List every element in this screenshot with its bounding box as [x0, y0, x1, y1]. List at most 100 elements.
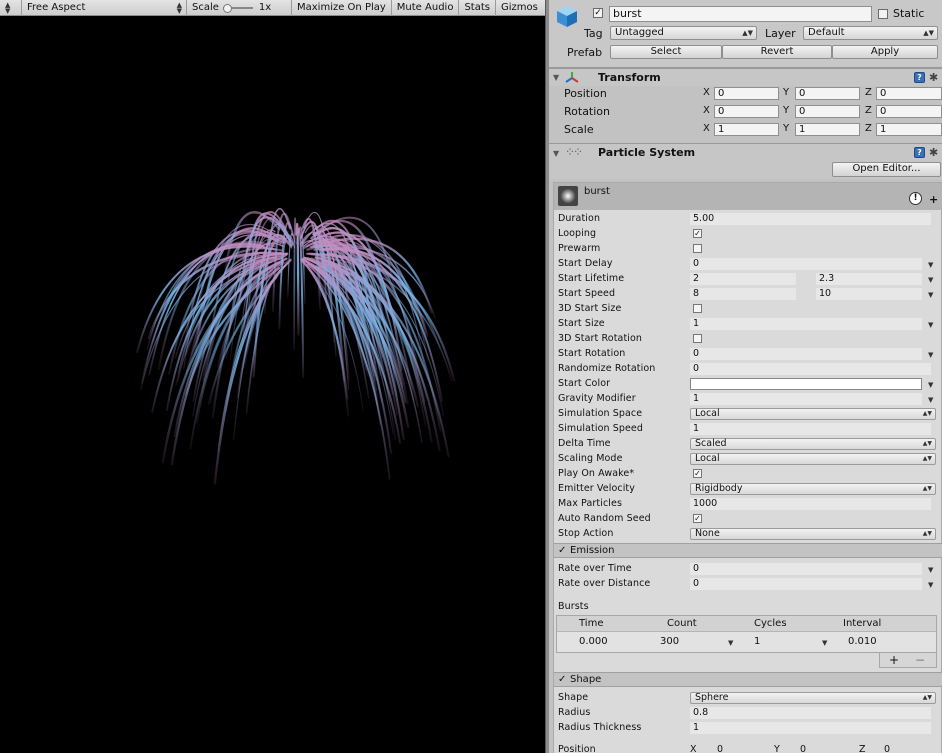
up-down-icon: ▲▼: [923, 29, 934, 37]
burst-time-input[interactable]: 0.000: [579, 636, 608, 647]
start-lifetime-max-input[interactable]: 2.3: [816, 273, 922, 285]
simulation-space-dropdown[interactable]: Local ▲▼: [690, 408, 936, 420]
display-dropdown[interactable]: ▲ ▼: [0, 0, 22, 16]
foldout-arrow-icon[interactable]: ▼: [553, 149, 559, 158]
duration-input[interactable]: 5.00: [690, 213, 931, 225]
tag-dropdown[interactable]: Untagged ▲▼: [610, 26, 757, 40]
emission-module-header[interactable]: ✓ Emission: [554, 543, 942, 558]
dropdown-arrow-icon[interactable]: ▼: [728, 639, 733, 647]
scaling-mode-dropdown[interactable]: Local ▲▼: [690, 453, 936, 465]
dropdown-arrow-icon[interactable]: ▼: [928, 291, 933, 299]
shape-module-header[interactable]: ✓ Shape: [554, 672, 942, 687]
maximize-on-play-toggle[interactable]: Maximize On Play: [292, 0, 392, 16]
shape-position-y-input[interactable]: 0: [800, 744, 806, 753]
start-size-input[interactable]: 1: [690, 318, 922, 330]
aspect-dropdown[interactable]: Free Aspect ▲ ▼: [22, 0, 187, 16]
remove-burst-button[interactable]: −: [915, 653, 925, 667]
start-lifetime-min-input[interactable]: 2: [690, 273, 796, 285]
dropdown-arrow-icon[interactable]: ▼: [928, 581, 933, 589]
stats-toggle[interactable]: Stats: [459, 0, 496, 16]
start-rotation-3d-checkbox[interactable]: [693, 334, 702, 343]
transform-header[interactable]: ▼ Transform ? ✱: [549, 68, 942, 86]
scale-slider[interactable]: [222, 3, 253, 13]
bursts-label: Bursts: [558, 601, 589, 612]
shape-dropdown[interactable]: Sphere ▲▼: [690, 692, 936, 704]
object-name-input[interactable]: burst: [609, 6, 872, 22]
start-speed-min-input[interactable]: 8: [690, 288, 796, 300]
gizmos-dropdown[interactable]: Gizmos: [496, 0, 543, 16]
start-rotation-input[interactable]: 0: [690, 348, 922, 360]
layer-dropdown[interactable]: Default ▲▼: [803, 26, 938, 40]
randomize-rotation-input[interactable]: 0: [690, 363, 931, 375]
prewarm-checkbox[interactable]: [693, 244, 702, 253]
gravity-modifier-input[interactable]: 1: [690, 393, 922, 405]
help-icon[interactable]: ?: [914, 147, 925, 158]
add-burst-button[interactable]: +: [889, 653, 899, 667]
radius-thickness-input[interactable]: 1: [690, 722, 931, 734]
radius-label: Radius: [558, 707, 591, 718]
dropdown-arrow-icon[interactable]: ▼: [822, 639, 827, 647]
looping-checkbox[interactable]: ✓: [693, 229, 702, 238]
position-x-input[interactable]: 0: [714, 87, 779, 100]
shape-position-x-input[interactable]: 0: [717, 744, 723, 753]
static-checkbox[interactable]: [878, 9, 888, 19]
stop-action-label: Stop Action: [558, 528, 614, 539]
burst-cycles-input[interactable]: 1: [754, 636, 760, 647]
emitter-velocity-dropdown[interactable]: Rigidbody ▲▼: [690, 483, 936, 495]
stop-action-dropdown[interactable]: None ▲▼: [690, 528, 936, 540]
prefab-apply-button[interactable]: Apply: [832, 45, 938, 59]
burst-count-input[interactable]: 300: [660, 636, 679, 647]
system-name: burst: [584, 186, 610, 197]
gear-icon[interactable]: ✱: [929, 72, 938, 83]
dropdown-arrow-icon[interactable]: ▼: [928, 261, 933, 269]
warning-icon[interactable]: !: [909, 192, 922, 205]
start-delay-input[interactable]: 0: [690, 258, 922, 270]
rotation-z-input[interactable]: 0: [876, 105, 942, 118]
dropdown-arrow-icon[interactable]: ▼: [928, 566, 933, 574]
rotation-y-input[interactable]: 0: [795, 105, 860, 118]
help-icon[interactable]: ?: [914, 72, 925, 83]
start-size-3d-checkbox[interactable]: [693, 304, 702, 313]
active-checkbox[interactable]: ✓: [593, 8, 603, 18]
prefab-select-button[interactable]: Select: [610, 45, 722, 59]
add-module-icon[interactable]: +: [929, 193, 938, 206]
foldout-arrow-icon[interactable]: ▼: [553, 73, 559, 82]
gear-icon[interactable]: ✱: [929, 147, 938, 158]
dropdown-arrow-icon[interactable]: ▼: [928, 381, 933, 389]
dropdown-arrow-icon[interactable]: ▼: [928, 351, 933, 359]
delta-time-dropdown[interactable]: Scaled ▲▼: [690, 438, 936, 450]
shape-enabled-check-icon[interactable]: ✓: [558, 674, 566, 685]
start-color-swatch[interactable]: [690, 378, 922, 390]
rate-over-distance-input[interactable]: 0: [690, 578, 922, 590]
position-y-input[interactable]: 0: [795, 87, 860, 100]
particle-system-header[interactable]: ▼ ⁘⁘ Particle System ? ✱ Open Editor...: [549, 143, 942, 179]
start-lifetime-label: Start Lifetime: [558, 273, 625, 284]
rate-over-time-input[interactable]: 0: [690, 563, 922, 575]
axis-z-label: Z: [865, 105, 872, 116]
mute-audio-toggle[interactable]: Mute Audio: [392, 0, 460, 16]
max-particles-input[interactable]: 1000: [690, 498, 931, 510]
open-editor-button[interactable]: Open Editor...: [832, 162, 941, 177]
rotation-x-input[interactable]: 0: [714, 105, 779, 118]
position-z-input[interactable]: 0: [876, 87, 942, 100]
shape-position-z-input[interactable]: 0: [884, 744, 890, 753]
play-on-awake-checkbox[interactable]: ✓: [693, 469, 702, 478]
start-speed-max-input[interactable]: 10: [816, 288, 922, 300]
max-particles-label: Max Particles: [558, 498, 623, 509]
slider-thumb[interactable]: [222, 3, 232, 13]
dropdown-arrow-icon[interactable]: ▼: [928, 276, 933, 284]
scale-x-input[interactable]: 1: [714, 123, 779, 136]
bursts-column-count: Count: [667, 618, 697, 629]
dropdown-arrow-icon[interactable]: ▼: [928, 396, 933, 404]
auto-random-seed-checkbox[interactable]: ✓: [693, 514, 702, 523]
scale-z-input[interactable]: 1: [876, 123, 942, 136]
simulation-speed-input[interactable]: 1: [690, 423, 931, 435]
burst-interval-input[interactable]: 0.010: [848, 636, 877, 647]
emission-enabled-check-icon[interactable]: ✓: [558, 545, 566, 556]
scale-y-input[interactable]: 1: [795, 123, 860, 136]
scale-label: Scale: [564, 123, 594, 136]
dropdown-arrow-icon[interactable]: ▼: [928, 321, 933, 329]
bursts-row: 0.000 300 ▼ 1 ▼ 0.010: [557, 633, 936, 652]
radius-input[interactable]: 0.8: [690, 707, 931, 719]
prefab-revert-button[interactable]: Revert: [722, 45, 832, 59]
